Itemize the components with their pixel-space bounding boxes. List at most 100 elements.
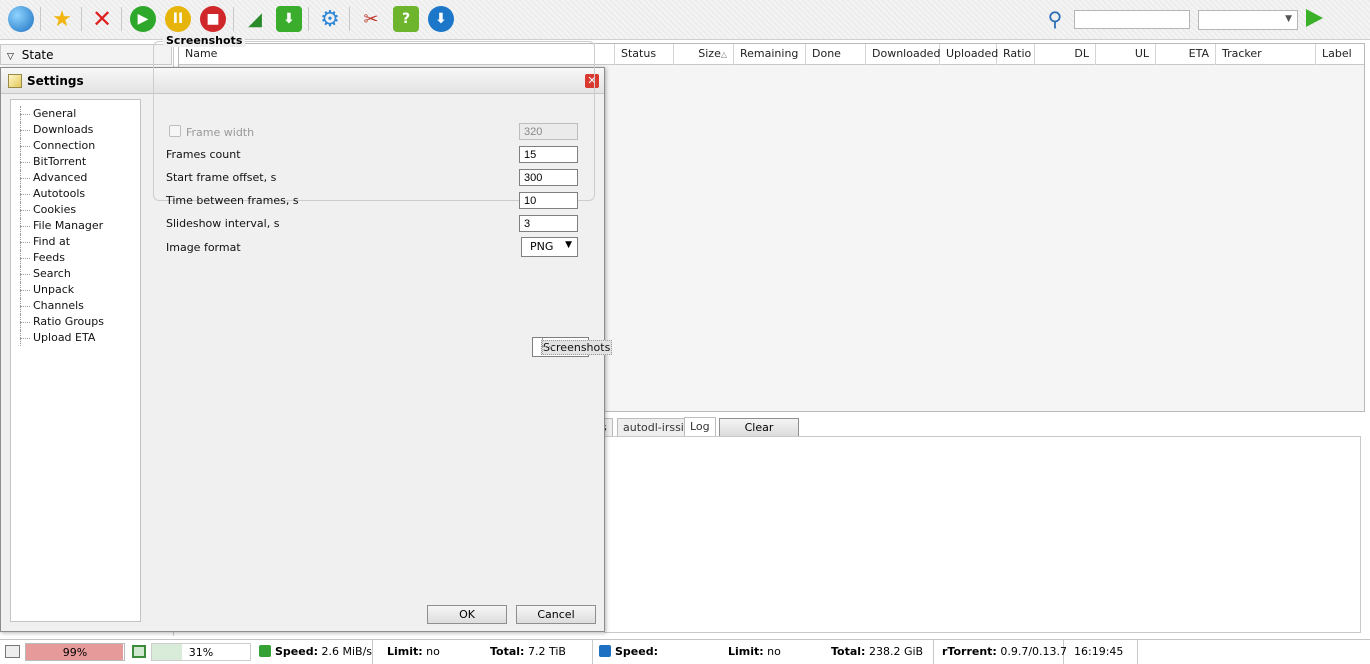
toolbar-separator — [349, 7, 350, 31]
globe-icon[interactable] — [8, 6, 34, 32]
ul-speed-label: Speed: — [275, 645, 318, 658]
nav-label: Screenshots — [541, 340, 613, 355]
column-size-label: Size — [698, 47, 721, 60]
download-speed: Speed: — [593, 640, 723, 664]
nav-label: Connection — [33, 139, 96, 152]
ul-limit-label: Limit: — [387, 645, 423, 658]
nav-label: Ratio Groups — [33, 315, 104, 328]
chevron-down-icon: ▼ — [565, 240, 572, 250]
column-uploaded[interactable]: Uploaded — [940, 44, 998, 65]
triangle-down-icon: ▽ — [7, 52, 14, 62]
settings-icon[interactable]: ⚙ — [317, 6, 343, 32]
tab-autodl-irssi[interactable]: autodl-irssi — [617, 418, 690, 438]
settings-nav-cookies[interactable]: Cookies — [11, 202, 140, 218]
memory-icon — [132, 645, 146, 658]
settings-nav-connection[interactable]: Connection — [11, 138, 140, 154]
plugins-icon[interactable]: ✂ — [358, 6, 384, 32]
column-downloaded[interactable]: Downloaded — [866, 44, 940, 65]
frame-width-checkbox[interactable] — [169, 125, 181, 137]
column-ratio[interactable]: Ratio — [997, 44, 1035, 65]
download-arrow-icon — [599, 645, 611, 657]
pause-icon[interactable]: II — [165, 6, 191, 32]
settings-nav-general[interactable]: General — [11, 106, 140, 122]
star-icon[interactable]: ★ — [49, 6, 75, 32]
memory-meter-label: 31% — [188, 646, 214, 659]
settings-nav-unpack[interactable]: Unpack — [11, 282, 140, 298]
toolbar-separator — [233, 7, 234, 31]
cancel-button[interactable]: Cancel — [516, 605, 596, 624]
settings-nav-find-at[interactable]: Find at — [11, 234, 140, 250]
disk-icon — [5, 645, 20, 658]
section-title: Screenshots — [163, 34, 246, 47]
help-icon[interactable]: ? — [393, 6, 419, 32]
settings-nav-ratio-groups[interactable]: Ratio Groups — [11, 314, 140, 330]
update-icon[interactable]: ⬇ — [428, 6, 454, 32]
ul-speed-value: 2.6 MiB/s — [321, 645, 373, 658]
download-icon[interactable]: ⬇ — [276, 6, 302, 32]
upload-total: Total: 7.2 TiB — [484, 640, 593, 664]
settings-nav: General Downloads Connection BitTorrent … — [10, 99, 613, 622]
upload-limit[interactable]: Limit: no — [381, 640, 481, 664]
settings-nav-feeds[interactable]: Feeds — [11, 250, 140, 266]
settings-nav-screenshots[interactable]: Screenshots — [532, 337, 613, 357]
version-label: rTorrent: — [942, 645, 997, 658]
slideshow-field[interactable] — [519, 215, 578, 232]
image-format-select[interactable]: PNG ▼ — [521, 237, 578, 257]
column-size[interactable]: Size△ — [674, 44, 734, 65]
time-between-field[interactable] — [519, 192, 578, 209]
log-pane — [604, 436, 1361, 633]
frames-count-field[interactable] — [519, 146, 578, 163]
dl-total-label: Total: — [831, 645, 866, 658]
settings-nav-autotools[interactable]: Autotools — [11, 186, 140, 202]
settings-nav-advanced[interactable]: Advanced — [11, 170, 140, 186]
settings-nav-channels[interactable]: Channels — [11, 298, 140, 314]
clear-log-button[interactable]: Clear — [719, 418, 799, 437]
search-engine-select[interactable]: ▼ — [1198, 10, 1298, 30]
nav-label: Channels — [33, 299, 84, 312]
version-info: rTorrent: 0.9.7/0.13.7 — [936, 640, 1067, 664]
ok-button[interactable]: OK — [427, 605, 507, 624]
sort-up-icon: △ — [720, 50, 727, 59]
remove-icon[interactable]: ✕ — [89, 5, 115, 33]
column-label[interactable]: Label — [1316, 44, 1366, 65]
dl-limit-label: Limit: — [728, 645, 764, 658]
download-total: Total: 238.2 GiB — [825, 640, 934, 664]
settings-nav-upload-eta[interactable]: Upload ETA — [11, 330, 140, 346]
settings-nav-bittorrent[interactable]: BitTorrent — [11, 154, 140, 170]
column-eta[interactable]: ETA — [1156, 44, 1216, 65]
start-icon[interactable]: ▶ — [130, 6, 156, 32]
column-done[interactable]: Done — [806, 44, 866, 65]
search-icon: ⚲ — [1047, 7, 1063, 31]
settings-nav-downloads[interactable]: Downloads — [11, 122, 140, 138]
state-header[interactable]: ▽ State — [0, 44, 172, 65]
stop-icon[interactable]: ■ — [200, 6, 226, 32]
tab-log[interactable]: Log — [684, 417, 716, 438]
upload-speed: Speed: 2.6 MiB/s — [253, 640, 373, 664]
image-format-value: PNG — [530, 240, 554, 253]
search-go-icon[interactable] — [1306, 9, 1323, 27]
upload-arrow-icon — [259, 645, 271, 657]
ul-total-label: Total: — [490, 645, 525, 658]
search-input[interactable] — [1074, 10, 1190, 29]
start-offset-field[interactable] — [519, 169, 578, 186]
settings-nav-file-manager[interactable]: File Manager — [11, 218, 140, 234]
column-remaining[interactable]: Remaining — [734, 44, 806, 65]
column-ul[interactable]: UL — [1096, 44, 1156, 65]
column-dl[interactable]: DL — [1035, 44, 1096, 65]
nav-label: Downloads — [33, 123, 94, 136]
nav-label: General — [33, 107, 77, 120]
toolbar-separator — [121, 7, 122, 31]
nav-label: File Manager — [33, 219, 104, 232]
slideshow-label: Slideshow interval, s — [166, 217, 280, 230]
rss-icon[interactable]: ◢ — [242, 6, 268, 32]
disk-meter: 99% — [25, 643, 125, 661]
settings-nav-search[interactable]: Search — [11, 266, 140, 282]
nav-label: Advanced — [33, 171, 88, 184]
nav-label: Feeds — [33, 251, 65, 264]
column-tracker[interactable]: Tracker — [1216, 44, 1316, 65]
download-limit[interactable]: Limit: no — [722, 640, 822, 664]
clock: 16:19:45 — [1068, 640, 1138, 664]
column-status[interactable]: Status — [615, 44, 674, 65]
frame-width-field[interactable] — [519, 123, 578, 140]
start-offset-label: Start frame offset, s — [166, 171, 277, 184]
